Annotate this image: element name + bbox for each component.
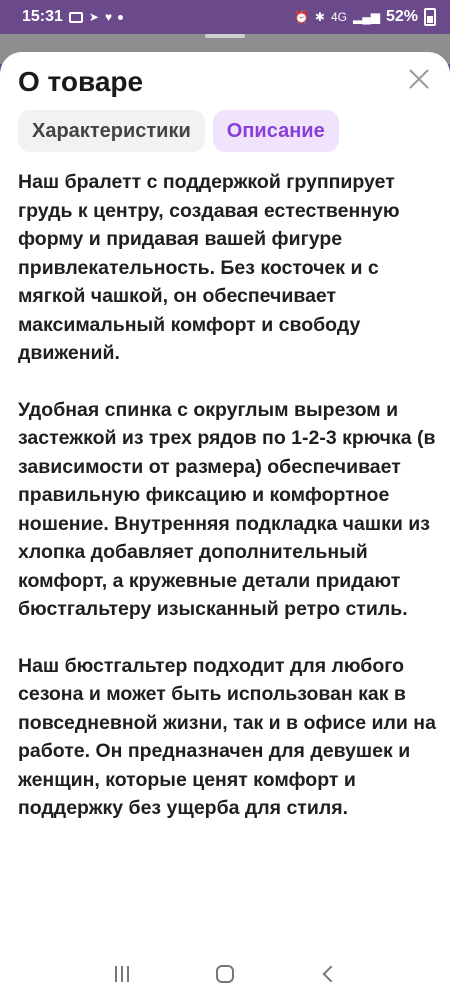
recents-button[interactable] <box>107 959 137 989</box>
back-icon <box>322 965 340 983</box>
bluetooth-icon: ✱ <box>314 10 325 24</box>
sheet-title: О товаре <box>18 66 144 97</box>
status-bar: 15:31 ➤ ♥ ⏰ ✱ 4G ▂▄▆ 52% <box>0 0 450 34</box>
tab-characteristics[interactable]: Характеристики <box>18 110 205 152</box>
tabs: Характеристики Описание <box>18 110 339 152</box>
network-type-icon: 4G <box>330 10 347 24</box>
back-button[interactable] <box>313 959 343 989</box>
telegram-icon: ➤ <box>88 10 99 24</box>
recents-icon <box>114 966 129 982</box>
close-icon[interactable] <box>406 66 432 92</box>
alarm-icon: ⏰ <box>293 10 309 24</box>
system-nav-bar <box>0 948 450 1000</box>
home-icon <box>215 965 234 983</box>
status-left: 15:31 ➤ ♥ <box>22 8 124 26</box>
status-right: ⏰ ✱ 4G ▂▄▆ 52% <box>294 8 436 26</box>
product-info-sheet: О товаре Характеристики Описание Наш бра… <box>0 52 450 1000</box>
battery-icon <box>424 8 436 26</box>
home-button[interactable] <box>210 959 240 989</box>
app-notification-icon: ♥ <box>104 10 113 24</box>
description-paragraph: Удобная спинка с округлым вырезом и заст… <box>18 398 436 621</box>
gallery-icon <box>68 11 83 23</box>
description-paragraph: Наш бюстгальтер подходит для любого сезо… <box>18 654 436 820</box>
status-time: 15:31 <box>22 8 63 25</box>
description-paragraph: Наш бралетт с поддержкой группирует груд… <box>18 171 400 364</box>
battery-percent: 52% <box>385 8 418 25</box>
signal-icon: ▂▄▆ <box>353 10 380 24</box>
drag-handle[interactable] <box>205 34 245 38</box>
tab-description[interactable]: Описание <box>212 110 339 152</box>
more-notifications-icon <box>118 14 124 20</box>
description-content: Наш бралетт с поддержкой группирует груд… <box>18 168 438 851</box>
